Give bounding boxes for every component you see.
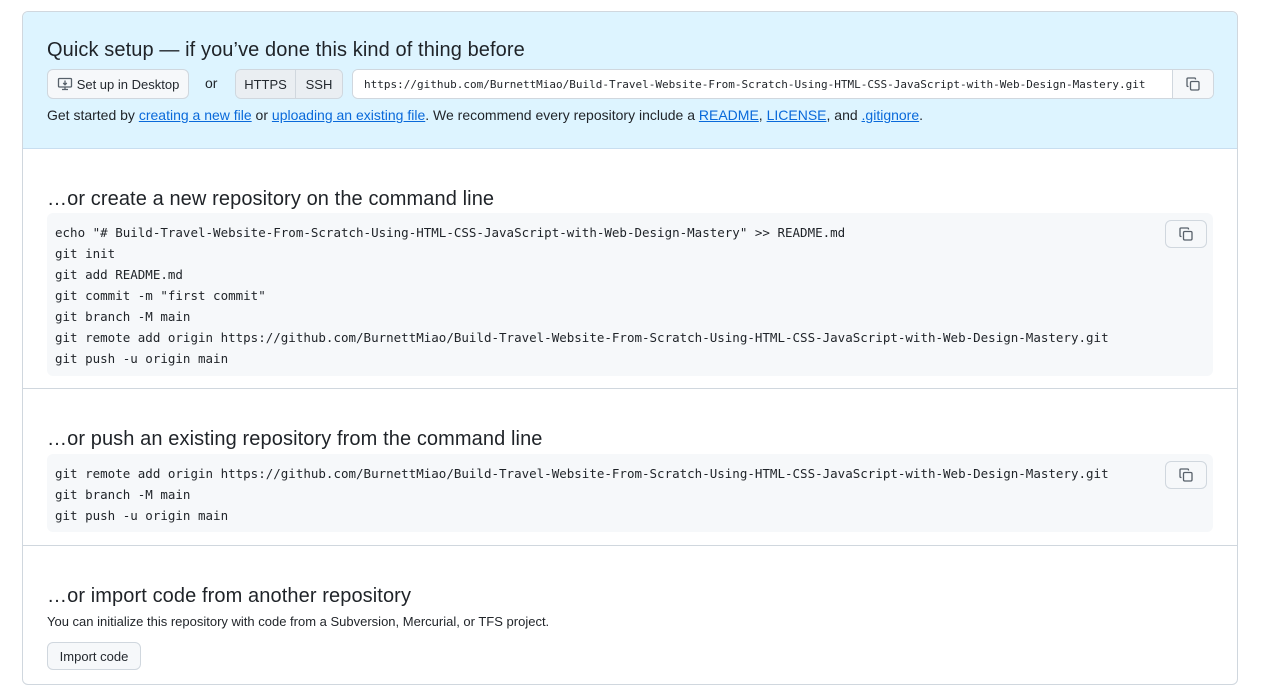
- create-repo-code-block: echo "# Build-Travel-Website-From-Scratc…: [47, 213, 1213, 376]
- get-started-mid2: . We recommend every repository include …: [425, 107, 699, 123]
- copy-url-button[interactable]: [1172, 70, 1213, 98]
- code-line: git push -u origin main: [55, 508, 229, 523]
- push-existing-code-block: git remote add origin https://github.com…: [47, 454, 1213, 532]
- license-link[interactable]: LICENSE: [767, 107, 827, 123]
- desktop-download-icon: [57, 77, 72, 91]
- protocol-ssh-button[interactable]: SSH: [296, 70, 342, 98]
- import-code-description: You can initialize this repository with …: [47, 614, 550, 629]
- push-existing-section: …or push an existing repository from the…: [23, 389, 1237, 546]
- clone-url-input[interactable]: [353, 70, 1172, 98]
- code-line: git remote add origin https://github.com…: [55, 466, 1109, 481]
- upload-existing-file-link[interactable]: uploading an existing file: [272, 107, 425, 123]
- code-line: git init: [55, 246, 116, 261]
- create-repo-section: …or create a new repository on the comma…: [23, 149, 1237, 389]
- get-started-mid1: or: [251, 107, 272, 123]
- push-existing-code[interactable]: git remote add origin https://github.com…: [55, 463, 1109, 526]
- code-line: git branch -M main: [55, 309, 191, 324]
- code-line: git add README.md: [55, 267, 183, 282]
- get-started-text: Get started by creating a new file or up…: [47, 107, 923, 123]
- code-line: git remote add origin https://github.com…: [55, 330, 1109, 345]
- get-started-and: , and: [826, 107, 862, 123]
- clone-url-group: [352, 69, 1214, 99]
- quick-setup-title: Quick setup — if you’ve done this kind o…: [47, 39, 525, 61]
- copy-push-commands-button[interactable]: [1165, 461, 1207, 489]
- code-line: echo "# Build-Travel-Website-From-Scratc…: [55, 225, 846, 240]
- setup-in-desktop-button[interactable]: Set up in Desktop: [47, 69, 189, 99]
- import-code-title: …or import code from another repository: [47, 585, 412, 607]
- get-started-end: .: [919, 107, 924, 123]
- code-line: git commit -m "first commit": [55, 288, 266, 303]
- quick-setup-section: Quick setup — if you’ve done this kind o…: [23, 12, 1237, 149]
- readme-link[interactable]: README: [699, 107, 759, 123]
- create-repo-title: …or create a new repository on the comma…: [47, 188, 495, 210]
- copy-icon: [1179, 227, 1193, 241]
- copy-icon: [1186, 77, 1200, 91]
- copy-create-commands-button[interactable]: [1165, 220, 1207, 248]
- create-new-file-link[interactable]: creating a new file: [139, 107, 252, 123]
- protocol-https-button[interactable]: HTTPS: [236, 70, 296, 98]
- import-code-button[interactable]: Import code: [47, 642, 141, 670]
- code-line: git branch -M main: [55, 487, 191, 502]
- gitignore-link[interactable]: .gitignore: [862, 107, 920, 123]
- protocol-toggle: HTTPS SSH: [235, 69, 343, 99]
- copy-icon: [1179, 468, 1193, 482]
- setup-in-desktop-label: Set up in Desktop: [76, 76, 180, 92]
- create-repo-code[interactable]: echo "# Build-Travel-Website-From-Scratc…: [55, 222, 1109, 369]
- push-existing-title: …or push an existing repository from the…: [47, 428, 543, 450]
- or-label: or: [205, 75, 218, 91]
- get-started-prefix: Get started by: [47, 107, 139, 123]
- repo-setup-panel: Quick setup — if you’ve done this kind o…: [22, 11, 1238, 685]
- code-line: git push -u origin main: [55, 351, 229, 366]
- import-code-section: …or import code from another repository …: [23, 546, 1237, 684]
- get-started-comma: ,: [758, 107, 767, 123]
